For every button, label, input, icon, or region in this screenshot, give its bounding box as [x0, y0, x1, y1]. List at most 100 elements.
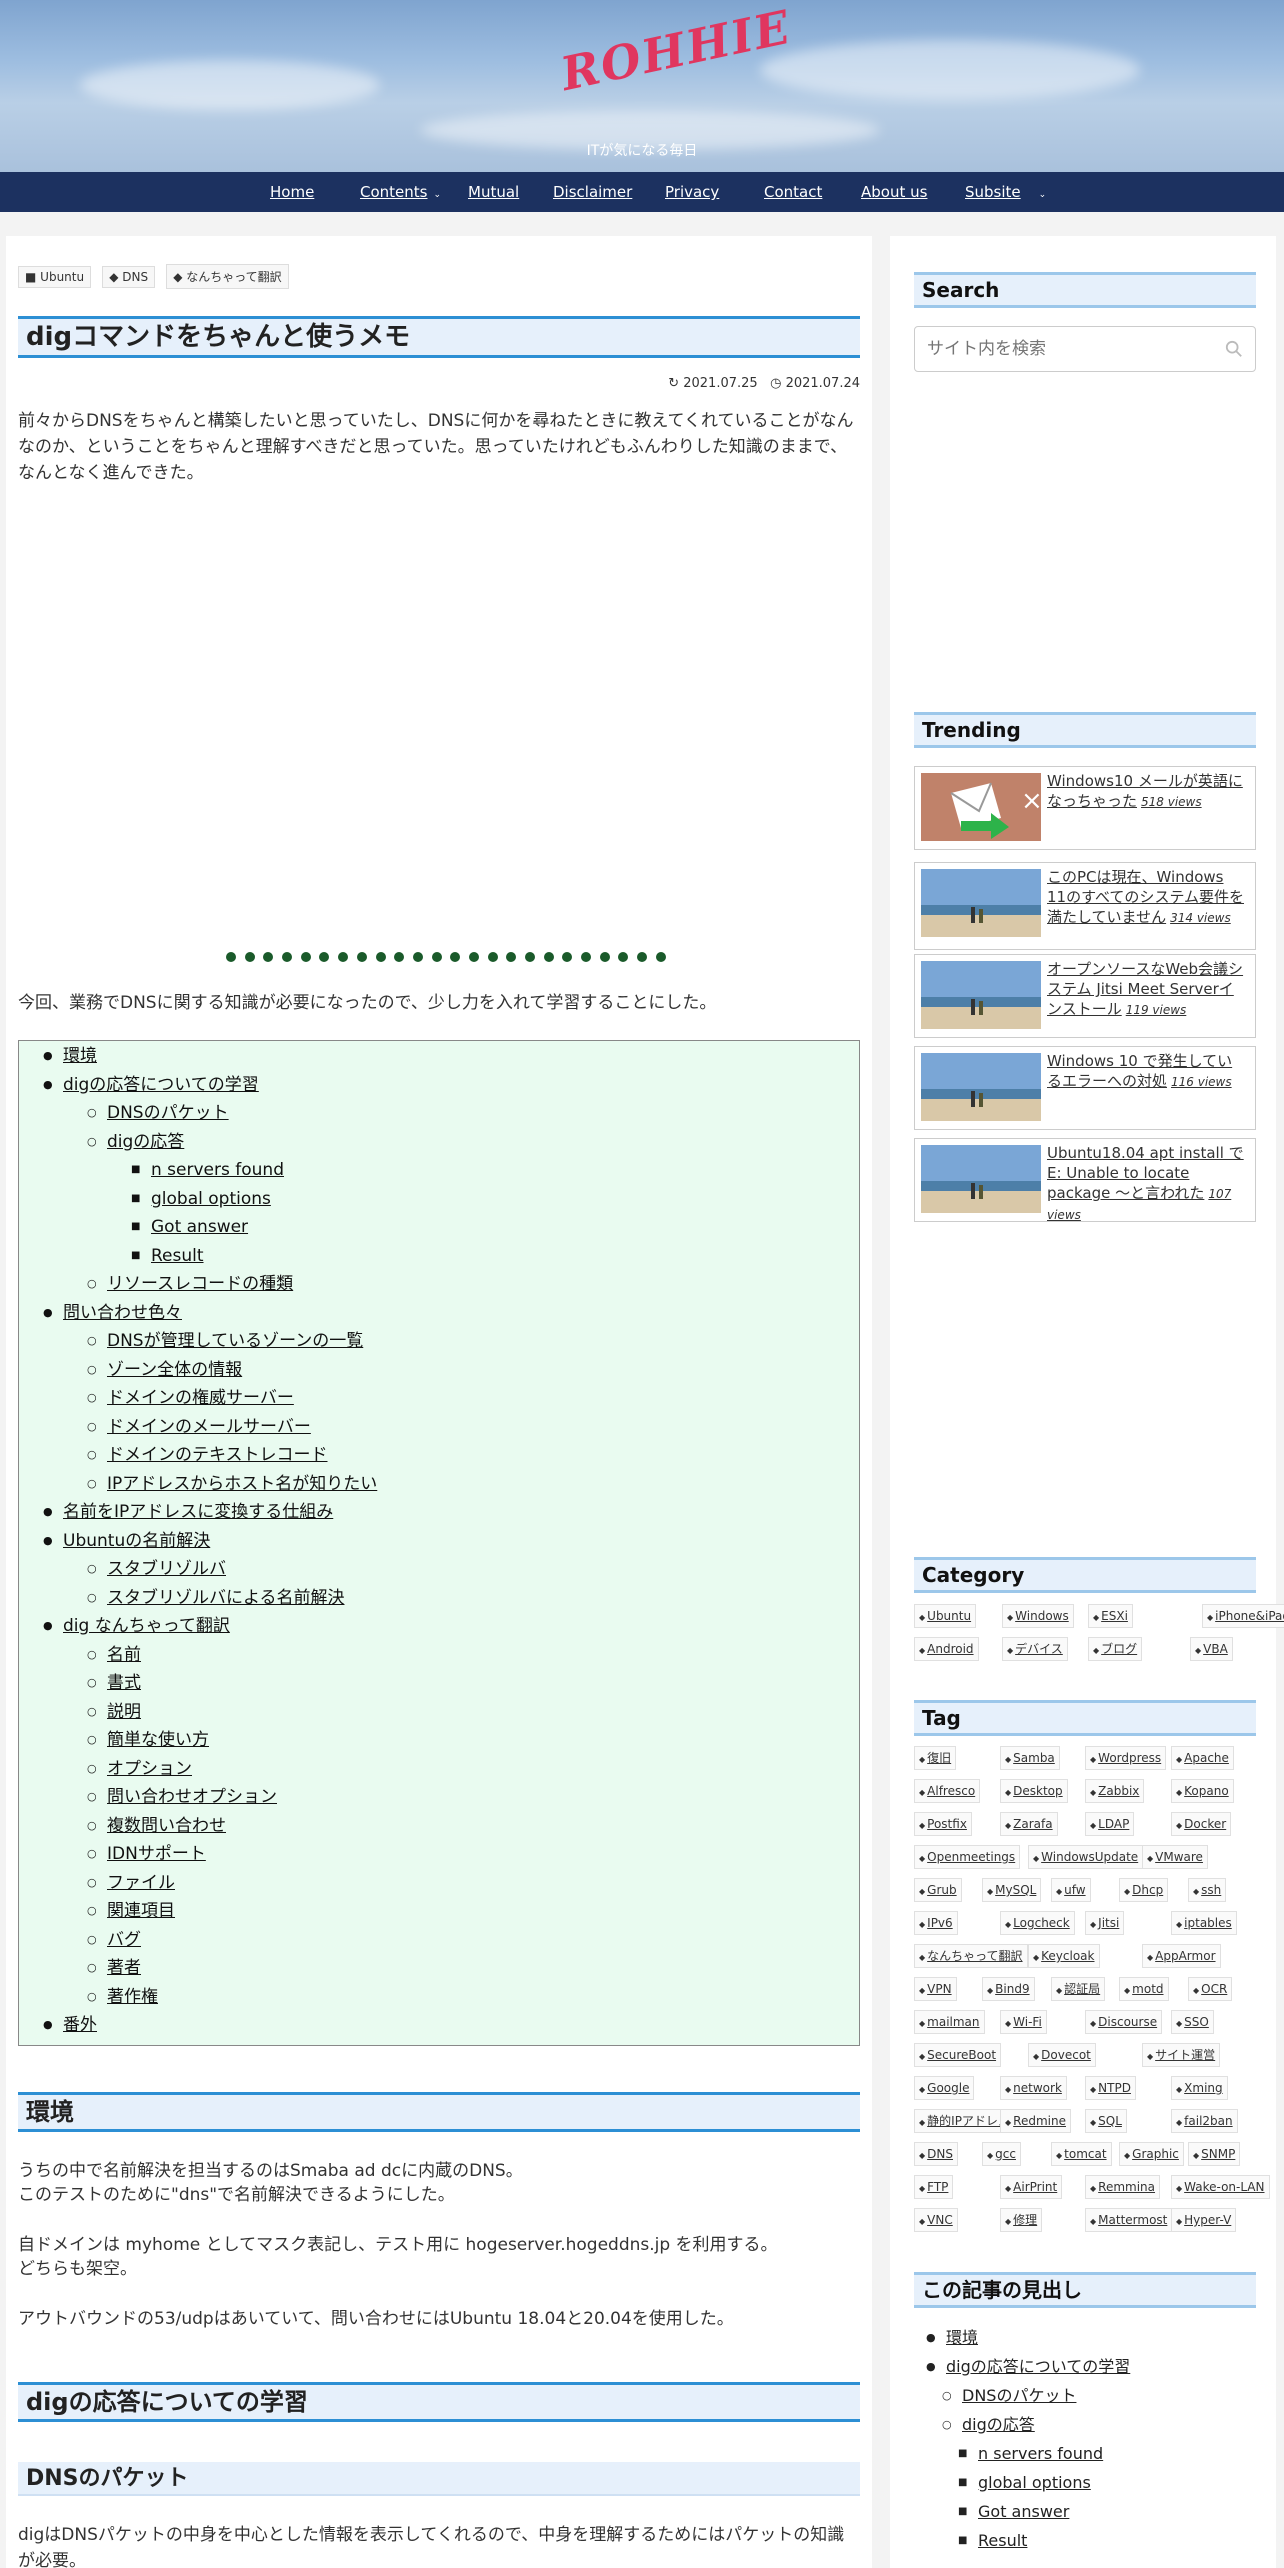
toc-item[interactable]: 名前をIPアドレスに変換する仕組み: [43, 1501, 333, 1523]
toc-item[interactable]: バグ: [87, 1929, 141, 1951]
toc-item[interactable]: 簡単な使い方: [87, 1729, 209, 1751]
tag-link[interactable]: Openmeetings: [914, 1845, 1021, 1869]
tag-link[interactable]: Remmina: [1085, 2175, 1161, 2199]
toc-item[interactable]: IDNサポート: [87, 1843, 206, 1865]
tag-link[interactable]: ufw: [1051, 1878, 1091, 1902]
toc-item[interactable]: 問い合わせ色々: [43, 1302, 182, 1324]
toc-item[interactable]: 書式: [87, 1672, 141, 1694]
outline-item[interactable]: Got answer: [958, 2502, 1069, 2522]
tag-link[interactable]: SSO: [1171, 2010, 1214, 2034]
beach-thumbnail[interactable]: [921, 961, 1041, 1029]
tag-link[interactable]: Dovecot: [1028, 2043, 1096, 2067]
nav-contents[interactable]: Contents ⌄: [360, 172, 441, 212]
outline-item[interactable]: 環境: [926, 2328, 978, 2348]
toc-item[interactable]: digの応答についての学習: [43, 1074, 259, 1096]
toc-item[interactable]: ドメインのテキストレコード: [87, 1444, 327, 1466]
toc-item[interactable]: DNSが管理しているゾーンの一覧: [87, 1330, 363, 1352]
nav-subsite[interactable]: Subsite ⌄: [965, 172, 1046, 212]
tag-link[interactable]: VBA: [1190, 1637, 1233, 1661]
nav-about-us[interactable]: About us: [861, 172, 927, 212]
tag-link[interactable]: Mattermost: [1085, 2208, 1173, 2232]
toc-item[interactable]: 名前: [87, 1644, 141, 1666]
tag-link[interactable]: IPv6: [914, 1911, 958, 1935]
toc-item[interactable]: リソースレコードの種類: [87, 1273, 293, 1295]
tag-link[interactable]: Desktop: [1000, 1779, 1068, 1803]
toc-item[interactable]: 説明: [87, 1701, 141, 1723]
outline-item[interactable]: digの応答: [942, 2415, 1035, 2435]
tag-link[interactable]: ESXi: [1088, 1604, 1133, 1628]
tag-link[interactable]: fail2ban: [1171, 2109, 1238, 2133]
tag-link[interactable]: Google: [914, 2076, 975, 2100]
tag-link[interactable]: Dhcp: [1119, 1878, 1169, 1902]
toc-item[interactable]: DNSのパケット: [87, 1102, 229, 1124]
tag-link[interactable]: Wordpress: [1085, 1746, 1167, 1770]
trending-item[interactable]: オープンソースなWeb会議システム Jitsi Meet Serverインストー…: [914, 954, 1256, 1038]
toc-item[interactable]: 著作権: [87, 1986, 158, 2008]
toc-item[interactable]: Got answer: [131, 1216, 248, 1238]
trending-title[interactable]: このPCは現在、Windows 11のすべてのシステム要件を満たしていません 31…: [1047, 867, 1247, 928]
outline-item[interactable]: global options: [958, 2473, 1091, 2493]
tag-link[interactable]: 修理: [1000, 2208, 1043, 2232]
tag-link[interactable]: Postfix: [914, 1812, 972, 1836]
tag-link[interactable]: Windows: [1002, 1604, 1074, 1628]
toc-item[interactable]: ドメインのメールサーバー: [87, 1416, 311, 1438]
tag-link[interactable]: Graphic: [1119, 2142, 1184, 2166]
toc-item[interactable]: 環境: [43, 1045, 97, 1067]
tag-link[interactable]: Zarafa: [1000, 1812, 1058, 1836]
search-icon[interactable]: [1225, 340, 1243, 358]
tag-link[interactable]: Apache: [1171, 1746, 1234, 1770]
tag-link[interactable]: Kopano: [1171, 1779, 1234, 1803]
trending-title[interactable]: オープンソースなWeb会議システム Jitsi Meet Serverインストー…: [1047, 959, 1247, 1020]
tag-link[interactable]: Xming: [1171, 2076, 1228, 2100]
tag-link[interactable]: iPhone&iPad: [1202, 1604, 1284, 1628]
beach-thumbnail[interactable]: [921, 1145, 1041, 1213]
tag-link[interactable]: Keycloak: [1028, 1944, 1100, 1968]
outline-item[interactable]: Result: [958, 2531, 1028, 2551]
tag-link[interactable]: サイト運営: [1142, 2043, 1221, 2067]
tag-link[interactable]: Redmine: [1000, 2109, 1071, 2133]
nav-contact[interactable]: Contact: [764, 172, 822, 212]
trending-title[interactable]: Windows10 メールが英語になっちゃった 518 views: [1047, 771, 1247, 812]
toc-item[interactable]: IPアドレスからホスト名が知りたい: [87, 1473, 377, 1495]
nav-mutual[interactable]: Mutual: [468, 172, 519, 212]
toc-item[interactable]: 関連項目: [87, 1900, 175, 1922]
tag-link[interactable]: motd: [1119, 1977, 1169, 2001]
tag-link[interactable]: VNC: [914, 2208, 958, 2232]
trending-item[interactable]: × Windows10 メールが英語になっちゃった 518 views: [914, 766, 1256, 850]
nav-privacy[interactable]: Privacy: [665, 172, 719, 212]
tag-link[interactable]: Docker: [1171, 1812, 1232, 1836]
tag-link[interactable]: AirPrint: [1000, 2175, 1063, 2199]
tag-link[interactable]: Ubuntu: [914, 1604, 977, 1628]
tag-link[interactable]: mailman: [914, 2010, 985, 2034]
tag-link[interactable]: ssh: [1188, 1878, 1227, 1902]
toc-item[interactable]: Result: [131, 1245, 203, 1267]
tag-link[interactable]: Wake-on-LAN: [1171, 2175, 1270, 2199]
trending-item[interactable]: このPCは現在、Windows 11のすべてのシステム要件を満たしていません 31…: [914, 862, 1256, 950]
tag-link[interactable]: Discourse: [1085, 2010, 1163, 2034]
outline-item[interactable]: digの応答についての学習: [926, 2357, 1130, 2377]
outline-item[interactable]: DNSのパケット: [942, 2386, 1077, 2406]
tag-link[interactable]: Grub: [914, 1878, 962, 1902]
tag-link[interactable]: 認証局: [1051, 1977, 1106, 2001]
toc-item[interactable]: digの応答: [87, 1131, 184, 1153]
tag-link[interactable]: なんちゃって翻訳: [914, 1944, 1028, 1968]
outline-item[interactable]: n servers found: [958, 2444, 1103, 2464]
tag-link[interactable]: SecureBoot: [914, 2043, 1002, 2067]
nav-home[interactable]: Home: [270, 172, 314, 212]
toc-item[interactable]: 複数問い合わせ: [87, 1815, 226, 1837]
toc-item[interactable]: dig なんちゃって翻訳: [43, 1615, 230, 1637]
tag-link[interactable]: iptables: [1171, 1911, 1237, 1935]
toc-item[interactable]: スタブリゾルバによる名前解決: [87, 1587, 344, 1609]
tag-link[interactable]: Alfresco: [914, 1779, 981, 1803]
tag-link[interactable]: NTPD: [1085, 2076, 1136, 2100]
tag-link[interactable]: VMware: [1142, 1845, 1208, 1869]
tag-link[interactable]: Jitsi: [1085, 1911, 1125, 1935]
site-logo[interactable]: ROHHIE: [556, 0, 796, 108]
toc-item[interactable]: 問い合わせオプション: [87, 1786, 277, 1808]
tag-link[interactable]: SNMP: [1188, 2142, 1241, 2166]
toc-item[interactable]: 著者: [87, 1957, 141, 1979]
tag-link[interactable]: LDAP: [1085, 1812, 1135, 1836]
beach-thumbnail[interactable]: [921, 869, 1041, 937]
tag-link[interactable]: Samba: [1000, 1746, 1060, 1770]
trending-item[interactable]: Windows 10 で発生しているエラーへの対処 116 views: [914, 1046, 1256, 1130]
